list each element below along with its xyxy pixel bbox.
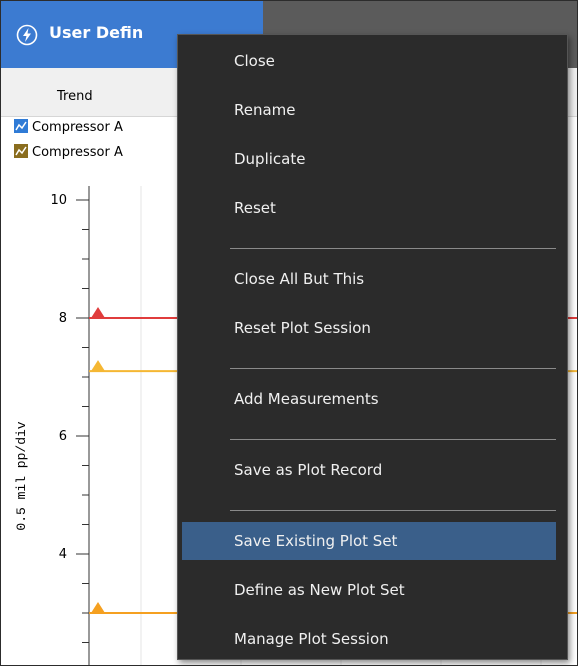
lightning-bolt-icon[interactable] [16,24,38,46]
legend-item[interactable]: Compressor A [14,119,123,137]
alarm-marker[interactable] [91,602,105,613]
menu-separator [230,248,556,249]
menu-item-manage-plot-session[interactable]: Manage Plot Session [182,620,556,658]
menu-separator [230,368,556,369]
menu-item-close-all-but-this[interactable]: Close All But This [182,260,556,298]
alarm-marker[interactable] [91,360,105,372]
legend-label: Compressor A [32,120,123,135]
menu-item-save-as-plot-record[interactable]: Save as Plot Record [182,451,556,489]
menu-item-define-as-new-plot-set[interactable]: Define as New Plot Set [182,571,556,609]
menu-item-rename[interactable]: Rename [182,91,556,129]
menu-item-close[interactable]: Close [182,42,556,80]
menu-item-reset[interactable]: Reset [182,189,556,227]
y-tick-label: 10 [50,193,67,208]
trend-line-icon [14,144,28,158]
legend-label: Compressor A [32,145,123,160]
menu-separator [230,439,556,440]
tab-title: User Defin [49,23,144,42]
y-axis-label: 0.5 mil pp/div [14,421,29,530]
y-tick-label: 4 [59,547,67,562]
trend-label: Trend [57,89,93,104]
context-menu: Close Rename Duplicate Reset Close All But T… [177,34,568,660]
alarm-marker[interactable] [91,307,105,318]
y-tick-label: 8 [59,311,67,326]
trend-line-icon [14,119,28,133]
menu-separator [230,510,556,511]
plot-window: User Defin Trend Compressor A Compressor… [0,0,578,666]
menu-item-reset-plot-session[interactable]: Reset Plot Session [182,309,556,347]
y-tick-label: 6 [59,429,67,444]
menu-item-add-measurements[interactable]: Add Measurements [182,380,556,418]
menu-item-save-existing-plot-set[interactable]: Save Existing Plot Set [182,522,556,560]
menu-item-duplicate[interactable]: Duplicate [182,140,556,178]
legend-item[interactable]: Compressor A [14,144,123,162]
